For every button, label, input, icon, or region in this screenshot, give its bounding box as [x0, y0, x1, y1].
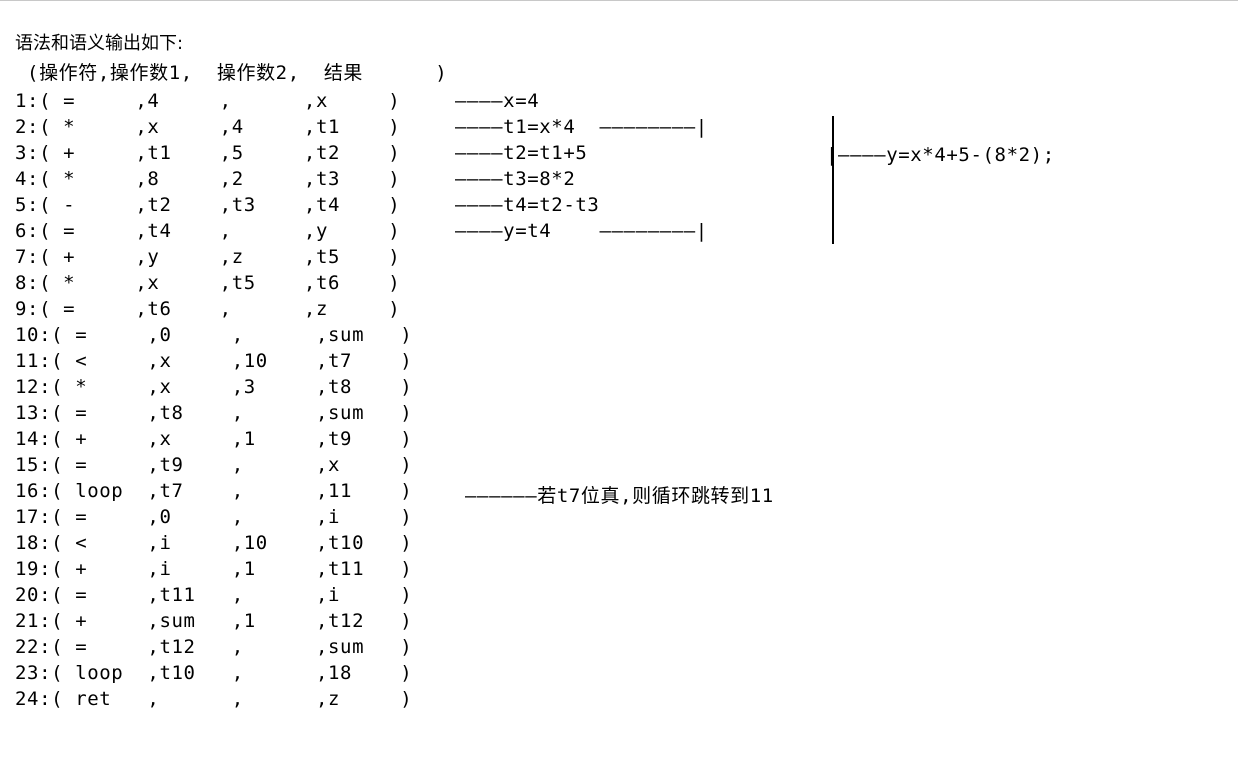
annotation-row-6: ————y=t4 ————————| [455, 220, 708, 242]
quadruple-row: 2:( * ,x ,4 ,t1 ) [15, 116, 401, 138]
quadruple-row: 19:( + ,i ,1 ,t11 ) [15, 558, 413, 580]
quadruple-row: 20:( = ,t11 , ,i ) [15, 584, 413, 606]
quadruple-row: 17:( = ,0 , ,i ) [15, 506, 413, 528]
annotation-row-4: ————t3=8*2 [455, 168, 576, 190]
quadruple-row: 23:( loop ,t10 , ,18 ) [15, 662, 413, 684]
quadruple-row: 1:( = ,4 , ,x ) [15, 90, 401, 112]
loop-annotation: ——————若t7位真,则循环跳转到11 [465, 485, 774, 507]
quadruple-row: 24:( ret , , ,z ) [15, 688, 413, 710]
quadruple-row: 4:( * ,8 ,2 ,t3 ) [15, 168, 401, 190]
annotation-row-3: ————t2=t1+5 [455, 142, 588, 164]
annotation-row-5: ————t4=t2-t3 [455, 194, 600, 216]
quadruple-row: 10:( = ,0 , ,sum ) [15, 324, 413, 346]
quadruple-row: 21:( + ,sum ,1 ,t12 ) [15, 610, 413, 632]
annotation-row-1: ————x=4 [455, 90, 540, 112]
quadruple-row: 9:( = ,t6 , ,z ) [15, 298, 401, 320]
quadruple-row: 6:( = ,t4 , ,y ) [15, 220, 401, 242]
quadruple-row: 11:( < ,x ,10 ,t7 ) [15, 350, 413, 372]
quadruple-row: 14:( + ,x ,1 ,t9 ) [15, 428, 413, 450]
quadruple-row: 18:( < ,i ,10 ,t10 ) [15, 532, 413, 554]
quadruple-row: 7:( + ,y ,z ,t5 ) [15, 246, 401, 268]
columns-header: (操作符,操作数1, 操作数2, 结果 ) [15, 62, 448, 84]
bracket-vertical-line [832, 116, 834, 244]
expression-annotation: |————y=x*4+5-(8*2); [826, 144, 1055, 166]
quadruple-row: 16:( loop ,t7 , ,11 ) [15, 480, 413, 502]
quadruple-row: 22:( = ,t12 , ,sum ) [15, 636, 413, 658]
window-top-border [0, 0, 1238, 1]
quadruple-row: 8:( * ,x ,t5 ,t6 ) [15, 272, 401, 294]
output-title: 语法和语义输出如下: [15, 33, 184, 54]
quadruple-row: 5:( - ,t2 ,t3 ,t4 ) [15, 194, 401, 216]
quadruple-row: 13:( = ,t8 , ,sum ) [15, 402, 413, 424]
quadruple-row: 12:( * ,x ,3 ,t8 ) [15, 376, 413, 398]
annotation-row-2: ————t1=x*4 ————————| [455, 116, 708, 138]
quadruple-row: 15:( = ,t9 , ,x ) [15, 454, 413, 476]
quadruple-row: 3:( + ,t1 ,5 ,t2 ) [15, 142, 401, 164]
